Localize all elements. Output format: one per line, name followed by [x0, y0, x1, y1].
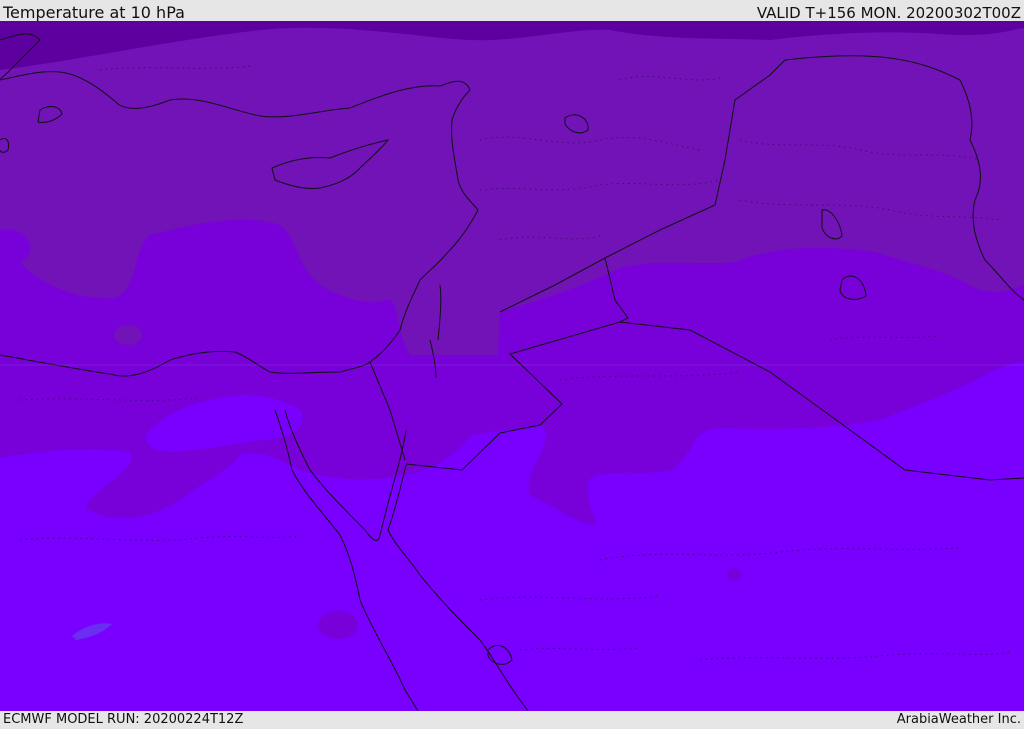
model-run-label: ECMWF MODEL RUN: 20200224T12Z — [3, 712, 244, 727]
temperature-pocket — [318, 611, 358, 639]
map-title: Temperature at 10 hPa — [3, 3, 185, 22]
footer-bar: ECMWF MODEL RUN: 20200224T12Z ArabiaWeat… — [0, 711, 1024, 729]
credit-label: ArabiaWeather Inc. — [896, 712, 1021, 727]
valid-time-label: VALID T+156 MON. 20200302T00Z — [756, 4, 1021, 22]
temperature-pocket — [727, 568, 741, 580]
temperature-pocket — [114, 325, 142, 345]
temperature-map — [0, 21, 1024, 711]
map-svg — [0, 21, 1024, 711]
header-bar: Temperature at 10 hPa VALID T+156 MON. 2… — [0, 0, 1024, 22]
